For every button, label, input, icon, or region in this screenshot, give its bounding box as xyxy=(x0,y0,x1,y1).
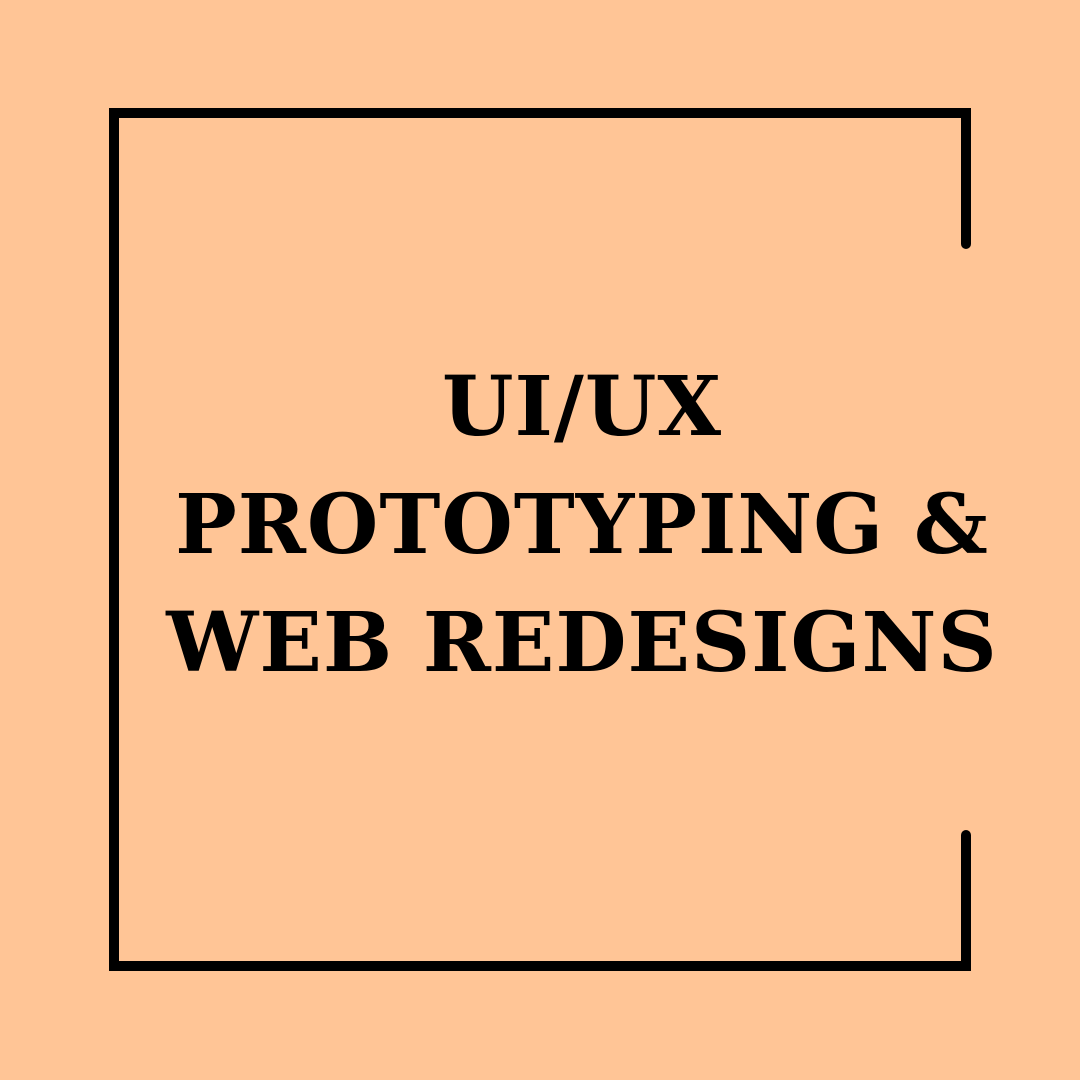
headline: UI/UX PROTOTYPING & WEB REDESIGNS xyxy=(0,348,1080,702)
graphic-canvas: UI/UX PROTOTYPING & WEB REDESIGNS xyxy=(0,0,1080,1080)
headline-line-3: WEB REDESIGNS xyxy=(166,595,998,691)
headline-line-1: UI/UX xyxy=(442,359,722,455)
headline-line-2: PROTOTYPING & xyxy=(175,477,989,573)
